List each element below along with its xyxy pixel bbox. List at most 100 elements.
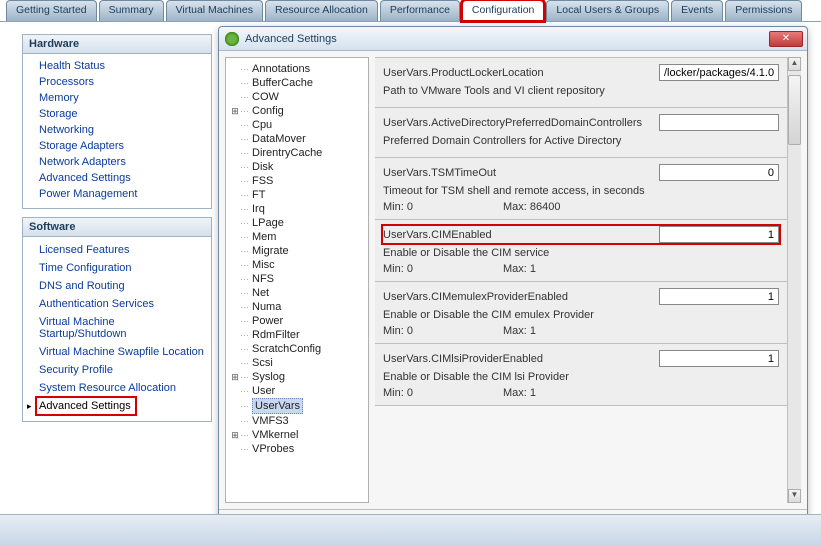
hardware-link[interactable]: Networking [25, 122, 209, 138]
software-link[interactable]: Authentication Services [37, 296, 158, 312]
tab-local-users-groups[interactable]: Local Users & Groups [546, 0, 669, 21]
setting-description: Enable or Disable the CIM service [383, 247, 779, 259]
tab-performance[interactable]: Performance [380, 0, 460, 21]
tree-item[interactable]: ⋯VProbes [228, 442, 366, 456]
tree-item-label: RdmFilter [252, 328, 300, 342]
tree-item[interactable]: ⋯DirentryCache [228, 146, 366, 160]
tree-connector-icon: ⋯ [240, 414, 249, 428]
software-link[interactable]: System Resource Allocation [37, 380, 180, 396]
setting-name: UserVars.CIMEnabled [383, 229, 659, 241]
tab-permissions[interactable]: Permissions [725, 0, 802, 21]
settings-scrollbar[interactable]: ▲ ▼ [787, 57, 801, 503]
hardware-link[interactable]: Network Adapters [25, 154, 209, 170]
tree-item[interactable]: ⋯Numa [228, 300, 366, 314]
hardware-link[interactable]: Memory [25, 90, 209, 106]
software-link[interactable]: Advanced Settings [37, 398, 135, 414]
tab-virtual-machines[interactable]: Virtual Machines [166, 0, 263, 21]
tree-item[interactable]: ⋯Cpu [228, 118, 366, 132]
tree-item[interactable]: ⋯Irq [228, 202, 366, 216]
setting-value-input[interactable] [659, 64, 779, 81]
tree-item-label: LPage [252, 216, 284, 230]
tree-item[interactable]: ⋯VMFS3 [228, 414, 366, 428]
tree-item[interactable]: ⋯Scsi [228, 356, 366, 370]
tree-item[interactable]: ⊞⋯VMkernel [228, 428, 366, 442]
tree-item[interactable]: ⋯LPage [228, 216, 366, 230]
software-link[interactable]: Licensed Features [37, 242, 134, 258]
software-panel: Software Licensed FeaturesTime Configura… [22, 217, 212, 422]
hardware-panel: Hardware Health StatusProcessorsMemorySt… [22, 34, 212, 209]
tree-item[interactable]: ⋯Disk [228, 160, 366, 174]
setting-block: UserVars.ActiveDirectoryPreferredDomainC… [375, 108, 787, 158]
tree-item[interactable]: ⋯FSS [228, 174, 366, 188]
tree-item[interactable]: ⋯Annotations [228, 62, 366, 76]
tree-item[interactable]: ⊞⋯Config [228, 104, 366, 118]
tree-item[interactable]: ⋯UserVars [228, 398, 366, 414]
software-link[interactable]: Virtual Machine Swapfile Location [37, 344, 208, 360]
tree-connector-icon: ⋯ [240, 272, 249, 286]
tree-item[interactable]: ⊞⋯Syslog [228, 370, 366, 384]
tree-item[interactable]: ⋯User [228, 384, 366, 398]
tree-item[interactable]: ⋯BufferCache [228, 76, 366, 90]
software-link[interactable]: Security Profile [37, 362, 117, 378]
close-button[interactable]: ✕ [769, 31, 803, 47]
setting-value-input[interactable] [659, 350, 779, 367]
tree-connector-icon: ⋯ [240, 146, 249, 160]
tree-expand-icon[interactable]: ⊞ [230, 428, 240, 442]
setting-value-input[interactable] [659, 164, 779, 181]
tree-connector-icon: ⋯ [240, 428, 249, 442]
software-link[interactable]: Time Configuration [37, 260, 136, 276]
tree-connector-icon: ⋯ [240, 286, 249, 300]
tree-item[interactable]: ⋯COW [228, 90, 366, 104]
tree-connector-icon: ⋯ [240, 384, 249, 398]
tree-item-label: DirentryCache [252, 146, 322, 160]
setting-description: Enable or Disable the CIM lsi Provider [383, 371, 779, 383]
tree-item[interactable]: ⋯Migrate [228, 244, 366, 258]
setting-value-input[interactable] [659, 226, 779, 243]
scroll-thumb[interactable] [788, 75, 801, 145]
setting-block: UserVars.ProductLockerLocationPath to VM… [375, 58, 787, 108]
hardware-link[interactable]: Storage Adapters [25, 138, 209, 154]
tab-resource-allocation[interactable]: Resource Allocation [265, 0, 378, 21]
tab-events[interactable]: Events [671, 0, 723, 21]
nav-arrow-icon: ▸ [27, 401, 37, 412]
tree-expand-icon[interactable]: ⊞ [230, 370, 240, 384]
tab-summary[interactable]: Summary [99, 0, 164, 21]
dialog-titlebar[interactable]: Advanced Settings ✕ [219, 27, 807, 51]
tree-connector-icon: ⋯ [240, 76, 249, 90]
tab-getting-started[interactable]: Getting Started [6, 0, 97, 21]
tree-item-label: VMkernel [252, 428, 298, 442]
scroll-down-icon[interactable]: ▼ [788, 489, 801, 503]
tree-item[interactable]: ⋯DataMover [228, 132, 366, 146]
setting-value-input[interactable] [659, 288, 779, 305]
tree-item[interactable]: ⋯ScratchConfig [228, 342, 366, 356]
software-link[interactable]: DNS and Routing [37, 278, 129, 294]
setting-value-input[interactable] [659, 114, 779, 131]
hardware-link[interactable]: Processors [25, 74, 209, 90]
tree-item-label: NFS [252, 272, 274, 286]
setting-name: UserVars.TSMTimeOut [383, 167, 659, 179]
setting-minmax: Min: 0Max: 1 [383, 263, 779, 275]
tree-item[interactable]: ⋯RdmFilter [228, 328, 366, 342]
tree-item[interactable]: ⋯Mem [228, 230, 366, 244]
hardware-link[interactable]: Health Status [25, 58, 209, 74]
hardware-header: Hardware [23, 35, 211, 54]
tree-item-label: User [252, 384, 275, 398]
setting-description: Timeout for TSM shell and remote access,… [383, 185, 779, 197]
tree-expand-icon[interactable]: ⊞ [230, 104, 240, 118]
settings-tree[interactable]: ⋯Annotations⋯BufferCache⋯COW⊞⋯Config⋯Cpu… [225, 57, 369, 503]
hardware-link[interactable]: Power Management [25, 186, 209, 202]
tree-connector-icon: ⋯ [240, 356, 249, 370]
advanced-settings-dialog: Advanced Settings ✕ ⋯Annotations⋯BufferC… [218, 26, 808, 544]
tree-item[interactable]: ⋯NFS [228, 272, 366, 286]
scroll-up-icon[interactable]: ▲ [788, 57, 801, 71]
software-link[interactable]: Virtual Machine Startup/Shutdown [37, 314, 209, 342]
tree-item-label: FSS [252, 174, 273, 188]
tree-item[interactable]: ⋯Power [228, 314, 366, 328]
tree-item[interactable]: ⋯Misc [228, 258, 366, 272]
tree-item[interactable]: ⋯Net [228, 286, 366, 300]
hardware-link[interactable]: Advanced Settings [25, 170, 209, 186]
hardware-link[interactable]: Storage [25, 106, 209, 122]
tab-configuration[interactable]: Configuration [462, 0, 544, 21]
tree-item[interactable]: ⋯FT [228, 188, 366, 202]
tree-connector-icon: ⋯ [240, 399, 249, 413]
